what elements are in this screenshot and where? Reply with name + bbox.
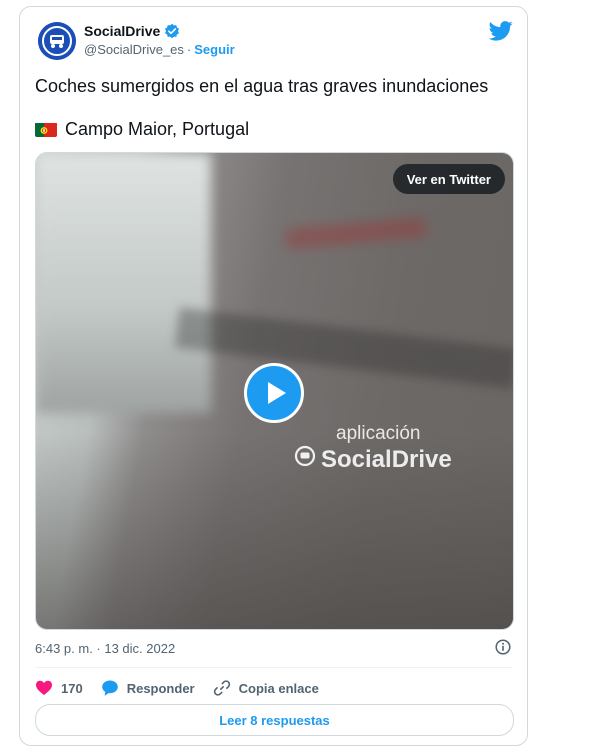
video-player[interactable]: aplicación SocialDrive Ver en Twitter	[35, 152, 514, 630]
link-icon	[213, 679, 231, 697]
divider	[35, 667, 512, 668]
watermark-logo-icon	[294, 445, 316, 474]
tweet-card: SocialDrive @SocialDrive_es · Seguir Coc…	[19, 6, 528, 746]
info-icon[interactable]	[495, 639, 511, 655]
reply-label: Responder	[126, 680, 195, 696]
verified-badge-icon	[164, 23, 180, 39]
read-replies-button[interactable]: Leer 8 respuestas	[35, 704, 514, 736]
tweet-actions: 170 Responder Copia enlace	[35, 677, 337, 699]
location-text: Campo Maior, Portugal	[65, 119, 250, 139]
tweet-timestamp[interactable]: 6:43 p. m. · 13 dic. 2022	[35, 641, 175, 656]
tweet-text: Coches sumergidos en el agua tras graves…	[35, 76, 489, 96]
author-handle[interactable]: @SocialDrive_es	[84, 42, 184, 57]
watermark-line-2-row: SocialDrive	[294, 445, 452, 474]
heart-icon	[35, 679, 53, 697]
avatar[interactable]	[38, 22, 76, 60]
author-handle-row: @SocialDrive_es · Seguir	[84, 42, 235, 57]
portugal-flag-icon	[35, 122, 57, 137]
author-name-row: SocialDrive	[84, 23, 180, 39]
comment-bubble-icon	[101, 679, 119, 697]
like-action[interactable]: 170	[35, 679, 83, 697]
twitter-bird-icon[interactable]	[488, 20, 513, 42]
video-blur-wall	[36, 153, 211, 413]
like-count: 170	[61, 680, 83, 696]
copy-link-action[interactable]: Copia enlace	[213, 679, 319, 697]
separator-dot: ·	[186, 42, 192, 57]
watermark-line-1: aplicación	[336, 423, 421, 444]
watermark-text: SocialDrive	[321, 445, 452, 473]
view-on-twitter-button[interactable]: Ver en Twitter	[392, 164, 505, 194]
play-button[interactable]	[244, 363, 304, 423]
copy-link-label: Copia enlace	[238, 680, 319, 696]
tweet-location-line: Campo Maior, Portugal	[35, 119, 249, 140]
author-display-name[interactable]: SocialDrive	[84, 23, 160, 39]
reply-action[interactable]: Responder	[101, 679, 195, 697]
follow-button[interactable]: Seguir	[194, 42, 234, 57]
